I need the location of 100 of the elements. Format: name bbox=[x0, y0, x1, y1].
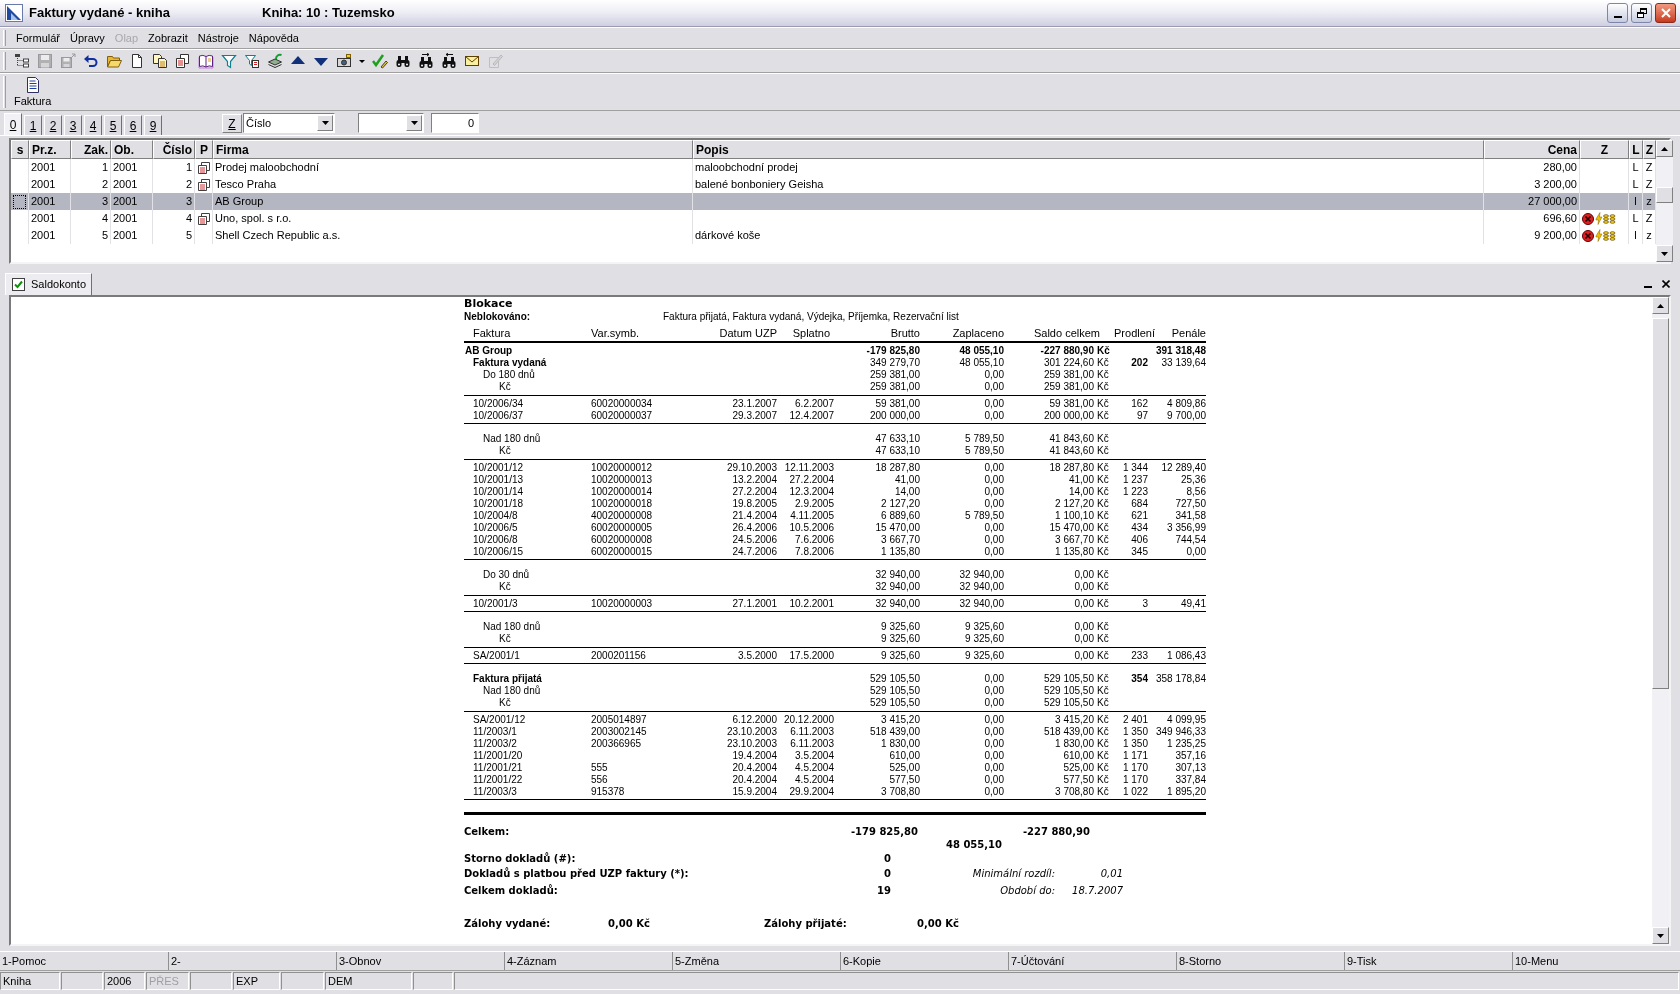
book-icon[interactable] bbox=[198, 53, 214, 69]
window-title: Faktury vydané - kniha bbox=[29, 5, 170, 21]
variable-symbol: 10020000012 bbox=[591, 462, 653, 473]
check-pencil-icon[interactable] bbox=[372, 53, 388, 69]
due-date: 6.11.2003 bbox=[790, 726, 834, 737]
faktura-button[interactable]: Faktura bbox=[11, 76, 55, 108]
count-value: 0 bbox=[884, 868, 891, 879]
penalty-amount: 341,58 bbox=[1175, 510, 1206, 521]
sort-direction-button[interactable]: Z bbox=[222, 114, 242, 133]
view-tab[interactable]: 6 bbox=[124, 115, 142, 135]
function-key[interactable]: 1-Pomoc bbox=[2, 952, 47, 970]
view-tab[interactable]: 0 bbox=[4, 113, 22, 135]
menu-item[interactable]: Úpravy bbox=[65, 30, 110, 46]
copy-icon[interactable] bbox=[152, 53, 168, 69]
paid-amount: 0,00 bbox=[984, 462, 1004, 473]
view-tab[interactable]: 4 bbox=[84, 115, 102, 135]
column-header[interactable]: Z bbox=[1645, 140, 1654, 159]
filter-combobox[interactable] bbox=[358, 113, 424, 133]
function-key[interactable]: 4-Záznam bbox=[507, 952, 557, 970]
table-cell-text: Shell Czech Republic a.s. bbox=[215, 228, 341, 244]
penalty-amount: 1 235,25 bbox=[1167, 738, 1206, 749]
binoculars-arrow-icon[interactable] bbox=[441, 53, 457, 69]
overdue-days: 162 bbox=[1131, 398, 1148, 409]
scroll-down-button[interactable] bbox=[1652, 927, 1669, 944]
variable-symbol: 10020000014 bbox=[591, 486, 653, 497]
panel-tab[interactable]: Saldokonto bbox=[5, 273, 92, 295]
tax-date: 27.1.2001 bbox=[732, 598, 777, 609]
scrollbar-thumb[interactable] bbox=[1652, 318, 1669, 689]
binoculars-icon[interactable] bbox=[395, 53, 411, 69]
folder-icon[interactable] bbox=[106, 53, 122, 69]
currency-unit: Kč bbox=[1097, 598, 1109, 609]
binoculars-arrow-icon[interactable] bbox=[418, 53, 434, 69]
due-date: 6.11.2003 bbox=[790, 738, 834, 749]
variable-symbol: 200366965 bbox=[591, 738, 642, 749]
undo-icon[interactable] bbox=[83, 53, 99, 69]
down-caret-icon bbox=[1661, 251, 1668, 256]
view-tab[interactable]: 3 bbox=[64, 115, 82, 135]
gross-amount: 259 381,00 bbox=[869, 369, 920, 380]
dropdown-button[interactable] bbox=[406, 115, 422, 131]
function-key[interactable]: 3-Obnov bbox=[339, 952, 382, 970]
table-cell-text: 1 bbox=[185, 160, 192, 176]
tree-icon[interactable] bbox=[14, 53, 30, 69]
function-key[interactable]: 8-Storno bbox=[1179, 952, 1222, 970]
row-focus-marker[interactable] bbox=[13, 194, 26, 209]
table-cell-text: L bbox=[1632, 160, 1639, 176]
view-tab[interactable]: 2 bbox=[44, 115, 62, 135]
paid-amount: 0,00 bbox=[984, 750, 1004, 761]
variable-symbol: 2005014897 bbox=[591, 714, 647, 725]
function-key[interactable]: 2- bbox=[171, 952, 181, 970]
overdue-days: 1 350 bbox=[1122, 738, 1148, 749]
gross-amount: 32 940,00 bbox=[875, 581, 920, 592]
function-key[interactable]: 5-Změna bbox=[675, 952, 720, 970]
dropdown-button[interactable] bbox=[317, 115, 333, 131]
envelope-icon[interactable] bbox=[464, 53, 480, 69]
filter-icon[interactable] bbox=[221, 53, 237, 69]
currency-unit: Kč bbox=[1097, 410, 1109, 421]
checkbox[interactable] bbox=[12, 278, 25, 291]
menu-item[interactable]: Nápověda bbox=[243, 30, 304, 46]
currency-unit: Kč bbox=[1097, 714, 1109, 725]
documents-icon[interactable] bbox=[175, 53, 191, 69]
currency-unit: Kč bbox=[1097, 697, 1109, 708]
view-tab[interactable]: 5 bbox=[104, 115, 122, 135]
minimize-button[interactable] bbox=[1607, 3, 1628, 23]
view-tab[interactable]: 1 bbox=[24, 115, 42, 135]
scroll-up-button[interactable] bbox=[1656, 140, 1673, 157]
scroll-down-button[interactable] bbox=[1656, 245, 1673, 262]
caret-icon bbox=[321, 121, 329, 125]
table-cell-text: 3 bbox=[185, 194, 192, 210]
balance-amount: 0,00 bbox=[1074, 621, 1094, 632]
document-icon[interactable] bbox=[129, 53, 145, 69]
menu-item[interactable]: Formulář bbox=[11, 30, 65, 46]
column-header[interactable]: Z bbox=[1600, 140, 1609, 159]
status-panel bbox=[190, 972, 232, 990]
column-header[interactable]: Popis bbox=[696, 140, 729, 159]
filter-document-icon[interactable] bbox=[244, 53, 260, 69]
balance-amount: 3 667,70 bbox=[1055, 534, 1094, 545]
restore-button[interactable] bbox=[1631, 3, 1652, 23]
view-tab[interactable]: 9 bbox=[144, 115, 162, 135]
close-icon bbox=[1662, 279, 1670, 288]
function-key[interactable]: 10-Menu bbox=[1515, 952, 1559, 970]
function-key[interactable]: 7-Účtování bbox=[1011, 952, 1065, 970]
camera-icon[interactable] bbox=[336, 53, 352, 69]
minimize-icon bbox=[1613, 16, 1622, 18]
close-button[interactable] bbox=[1655, 3, 1676, 23]
stack-arrow-icon[interactable] bbox=[267, 53, 283, 69]
panel-close-button[interactable] bbox=[1659, 277, 1673, 290]
table-cell-text: 2001 bbox=[31, 194, 56, 210]
function-key[interactable]: 6-Kopie bbox=[843, 952, 881, 970]
number-field[interactable]: 0 bbox=[431, 113, 479, 133]
menu-item[interactable]: Nástroje bbox=[192, 30, 244, 46]
scroll-up-button[interactable] bbox=[1652, 297, 1669, 314]
scrollbar-thumb[interactable] bbox=[1656, 187, 1673, 203]
currency-unit: Kč bbox=[1097, 762, 1109, 773]
sort-field-combobox[interactable]: Číslo bbox=[243, 113, 335, 133]
menu-item[interactable]: Zobrazit bbox=[143, 30, 193, 46]
overdue-days: 434 bbox=[1131, 522, 1148, 533]
penalty-amount: 12 289,40 bbox=[1161, 462, 1206, 473]
function-key[interactable]: 9-Tisk bbox=[1347, 952, 1377, 970]
table-row[interactable]: 2001 3 2001 3 AB Group 27 000,00 l z bbox=[11, 193, 1656, 210]
column-header[interactable]: Firma bbox=[216, 140, 249, 159]
